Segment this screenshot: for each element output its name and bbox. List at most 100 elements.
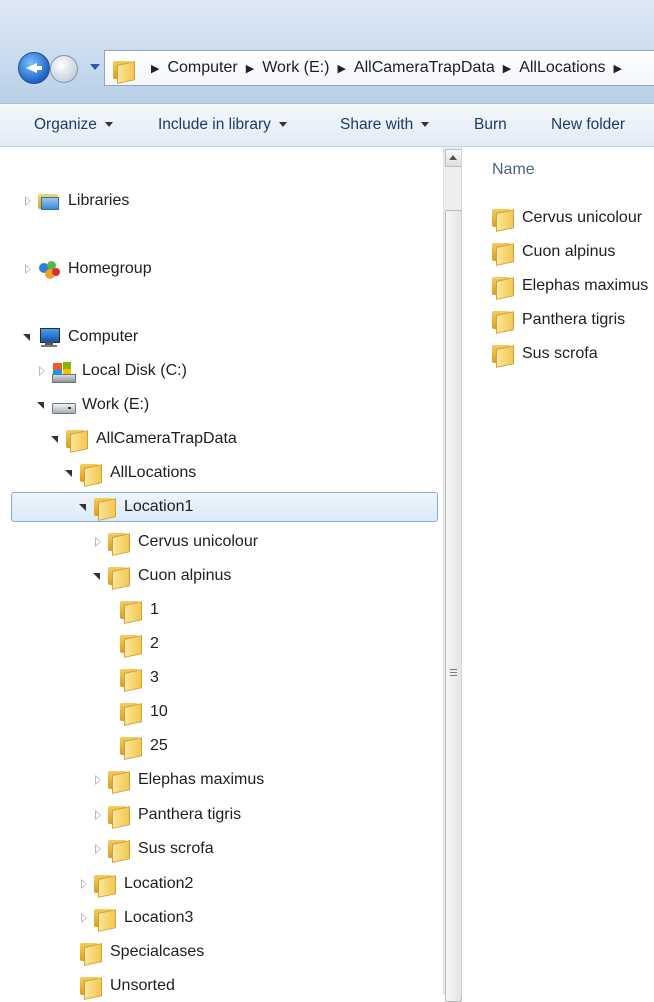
folder-icon <box>108 839 130 863</box>
tree-label: 10 <box>150 703 168 720</box>
tree-item-folder-2[interactable]: 2 <box>104 629 159 659</box>
file-list-item[interactable]: Cuon alpinus <box>492 237 615 267</box>
tree-label: Cervus unicolour <box>138 533 259 550</box>
folder-icon <box>492 208 514 232</box>
folder-icon <box>66 429 88 453</box>
folder-icon <box>492 344 514 368</box>
expand-arrow-icon[interactable] <box>78 878 88 890</box>
tree-item-panthera-tigris[interactable]: Panthera tigris <box>92 800 241 830</box>
collapse-arrow-icon[interactable] <box>78 501 88 513</box>
include-in-library-button[interactable]: Include in library <box>158 116 287 134</box>
tree-item-local-disk[interactable]: Local Disk (C:) <box>36 356 187 386</box>
tree-item-computer[interactable]: Computer <box>22 322 138 352</box>
include-in-library-label: Include in library <box>158 116 271 133</box>
command-toolbar: Organize Include in library Share with B… <box>0 104 654 147</box>
homegroup-icon <box>38 259 60 279</box>
tree-item-cervus-unicolour[interactable]: Cervus unicolour <box>92 527 258 557</box>
new-folder-button[interactable]: New folder <box>551 116 625 134</box>
breadcrumb[interactable]: ▶ Computer ▶ Work (E:) ▶ AllCameraTrapDa… <box>104 50 654 86</box>
expand-arrow-icon[interactable] <box>36 365 46 377</box>
tree-item-elephas-maximus[interactable]: Elephas maximus <box>92 765 264 795</box>
tree-label: Homegroup <box>68 260 152 277</box>
share-with-button[interactable]: Share with <box>340 116 430 134</box>
tree-label: 3 <box>150 669 159 686</box>
tree-item-cuon-alpinus[interactable]: Cuon alpinus <box>92 561 231 591</box>
collapse-arrow-icon[interactable] <box>92 570 102 582</box>
folder-icon <box>108 805 130 829</box>
item-label: Cuon alpinus <box>522 243 616 260</box>
forward-arrow-icon[interactable] <box>50 55 78 83</box>
grip-icon <box>450 669 457 670</box>
local-disk-icon <box>52 361 76 383</box>
folder-icon <box>120 702 142 726</box>
organize-button[interactable]: Organize <box>34 116 113 134</box>
folder-icon <box>80 942 102 966</box>
navigation-pane[interactable]: Libraries Homegroup Computer Local Disk … <box>0 147 443 1000</box>
tree-item-location3[interactable]: Location3 <box>78 903 193 933</box>
file-list-item[interactable]: Elephas maximus <box>492 271 648 301</box>
vertical-scrollbar[interactable] <box>443 147 462 1002</box>
expand-arrow-icon[interactable] <box>92 774 102 786</box>
breadcrumb-allcameratrapdata[interactable]: AllCameraTrapData <box>354 59 495 77</box>
file-list-item[interactable]: Panthera tigris <box>492 305 625 335</box>
tree-item-alllocations[interactable]: AllLocations <box>64 458 196 488</box>
tree-item-unsorted[interactable]: Unsorted <box>64 971 175 1001</box>
breadcrumb-alllocations[interactable]: AllLocations <box>519 59 605 77</box>
file-list-item[interactable]: Sus scrofa <box>492 339 598 369</box>
tree-item-sus-scrofa[interactable]: Sus scrofa <box>92 834 214 864</box>
tree-item-folder-1[interactable]: 1 <box>104 595 159 625</box>
breadcrumb-separator-icon[interactable]: ▶ <box>613 62 621 75</box>
scrollbar-thumb[interactable] <box>445 210 462 1002</box>
computer-icon <box>38 327 60 347</box>
tree-label: Elephas maximus <box>138 771 265 788</box>
breadcrumb-separator-icon[interactable]: ▶ <box>337 62 345 75</box>
tree-item-folder-10[interactable]: 10 <box>104 697 168 727</box>
tree-item-folder-3[interactable]: 3 <box>104 663 159 693</box>
expand-arrow-icon[interactable] <box>22 195 32 207</box>
history-dropdown-icon[interactable] <box>90 64 100 70</box>
tree-item-homegroup[interactable]: Homegroup <box>22 254 152 284</box>
tree-item-specialcases[interactable]: Specialcases <box>64 937 204 967</box>
tree-label: Location1 <box>124 498 194 515</box>
expand-arrow-icon[interactable] <box>92 536 102 548</box>
item-label: Sus scrofa <box>522 345 598 362</box>
tree-label: Work (E:) <box>82 396 150 413</box>
tree-label: AllLocations <box>110 464 197 481</box>
tree-item-folder-25[interactable]: 25 <box>104 731 168 761</box>
tree-item-work-drive[interactable]: Work (E:) <box>36 390 149 420</box>
collapse-arrow-icon[interactable] <box>64 467 74 479</box>
folder-icon <box>120 600 142 624</box>
tree-item-location2[interactable]: Location2 <box>78 869 193 899</box>
expand-arrow-icon[interactable] <box>92 843 102 855</box>
folder-icon <box>80 976 102 1000</box>
chevron-down-icon <box>421 122 430 128</box>
tree-label: Location3 <box>124 909 194 926</box>
breadcrumb-work-drive[interactable]: Work (E:) <box>262 59 329 77</box>
file-list[interactable]: Name Cervus unicolour Cuon alpinus Eleph… <box>462 147 654 995</box>
folder-icon <box>108 770 130 794</box>
tree-item-allcameratrapdata[interactable]: AllCameraTrapData <box>50 424 237 454</box>
chevron-down-icon <box>104 122 113 128</box>
address-bar: ▶ Computer ▶ Work (E:) ▶ AllCameraTrapDa… <box>0 0 654 104</box>
collapse-arrow-icon[interactable] <box>50 433 60 445</box>
breadcrumb-separator-icon[interactable]: ▶ <box>246 62 254 75</box>
tree-item-location1[interactable]: Location1 <box>11 492 438 522</box>
file-list-item[interactable]: Cervus unicolour <box>492 203 642 233</box>
tree-label: Local Disk (C:) <box>82 362 187 379</box>
burn-button[interactable]: Burn <box>474 116 507 134</box>
expand-arrow-icon[interactable] <box>92 809 102 821</box>
expand-arrow-icon[interactable] <box>78 912 88 924</box>
expand-arrow-icon[interactable] <box>22 263 32 275</box>
tree-label: Panthera tigris <box>138 806 242 823</box>
scroll-up-arrow-icon[interactable] <box>445 149 462 167</box>
back-arrow-icon[interactable] <box>18 52 50 84</box>
column-header-name[interactable]: Name <box>492 161 535 179</box>
breadcrumb-separator-icon[interactable]: ▶ <box>151 62 159 75</box>
collapse-arrow-icon[interactable] <box>36 399 46 411</box>
tree-label: Location2 <box>124 875 194 892</box>
breadcrumb-separator-icon[interactable]: ▶ <box>503 62 511 75</box>
tree-item-libraries[interactable]: Libraries <box>22 186 129 216</box>
tree-label: 1 <box>150 601 159 618</box>
breadcrumb-computer[interactable]: Computer <box>167 59 237 77</box>
collapse-arrow-icon[interactable] <box>22 331 32 343</box>
